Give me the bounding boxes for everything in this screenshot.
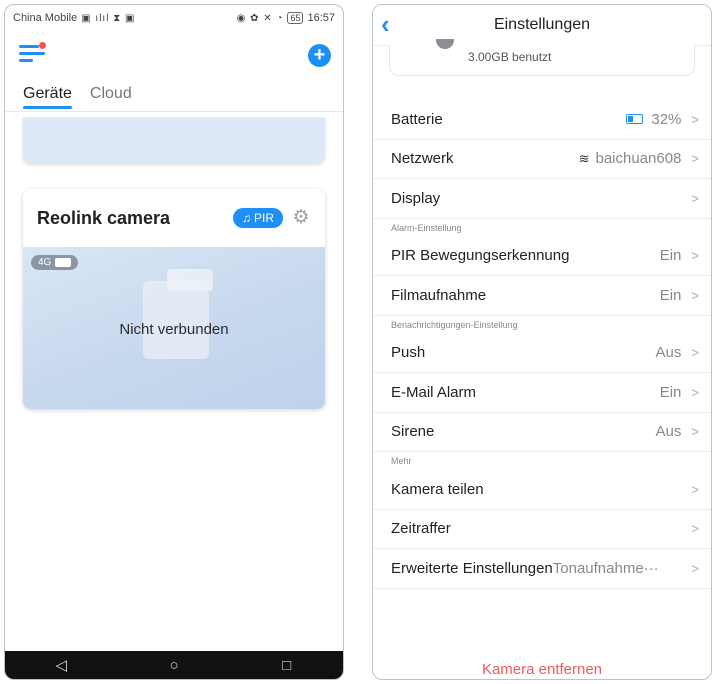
signal-badge: 4G [31, 255, 79, 270]
setting-value: baichuan608 [595, 150, 682, 168]
chevron-right-icon: > [691, 384, 699, 400]
setting-email-alarm[interactable]: E-Mail Alarm Ein > [373, 373, 711, 413]
status-time: 16:57 [307, 12, 335, 24]
system-nav-bar: ◁ ○ □ [5, 651, 343, 679]
storage-usage: 3.00GB benutzt [468, 50, 552, 64]
device-card[interactable]: Reolink camera ♫ PIR ⚙ 4G Nicht verbunde… [23, 189, 325, 409]
setting-pir[interactable]: PIR Bewegungserkennung Ein > [373, 237, 711, 276]
setting-network[interactable]: Netzwerk ≋ baichuan608 > [373, 140, 711, 179]
setting-label: Display [391, 189, 441, 207]
setting-label: Batterie [391, 110, 443, 128]
setting-push[interactable]: Push Aus > [373, 334, 711, 373]
setting-value: Tonaufnahme··· [552, 559, 659, 577]
preview-image [143, 281, 209, 359]
chevron-right-icon: > [691, 151, 699, 167]
setting-label: Filmaufnahme [391, 286, 487, 304]
section-header: Mehr [391, 456, 412, 466]
chevron-right-icon: > [691, 190, 699, 206]
status-battery: 65 [287, 12, 304, 24]
settings-header: ‹ Einstellungen [373, 5, 711, 46]
chevron-right-icon: > [691, 248, 699, 264]
preview-image-detail [167, 269, 213, 291]
chevron-right-icon: > [691, 345, 699, 361]
signal-icon: ▣ ılıl ⧗ ▣ [81, 12, 136, 24]
setting-label: Push [391, 344, 426, 362]
setting-recording[interactable]: Filmaufnahme Ein > [373, 276, 711, 316]
notification-dot [39, 42, 46, 49]
setting-display[interactable]: Display > [373, 179, 711, 219]
advanced-label: Erweiterte Einstellungen [391, 559, 553, 577]
setting-share-camera[interactable]: Kamera teilen > [373, 470, 711, 510]
setting-label: Sirene [391, 423, 435, 441]
setting-label: Erweiterte EinstellungenTonaufnahme··· [391, 560, 659, 577]
recents-nav-icon[interactable]: □ [267, 657, 307, 674]
device-list-screen: China Mobile ▣ ılıl ⧗ ▣ ◉ ✿ ✕ ◔ 65 16:57… [4, 4, 344, 680]
setting-value: Aus [655, 423, 682, 441]
camera-battery-icon [55, 258, 72, 267]
carrier-label: China Mobile [13, 12, 78, 24]
system-icons: ◉ ✿ ✕ ◔ [236, 12, 284, 24]
tab-devices[interactable]: Geräte [23, 85, 72, 111]
setting-label: PIR Bewegungserkennung [391, 247, 570, 265]
add-device-icon[interactable]: + [308, 44, 331, 67]
tab-cloud[interactable]: Cloud [90, 85, 132, 111]
status-bar: China Mobile ▣ ılıl ⧗ ▣ ◉ ✿ ✕ ◔ 65 16:57 [5, 5, 343, 31]
chevron-right-icon: > [691, 424, 699, 440]
chevron-right-icon: > [691, 521, 699, 537]
device-card-header: Reolink camera ♫ PIR ⚙ [23, 189, 325, 247]
bell-icon: ♫ [241, 211, 251, 225]
camera-name: Reolink camera [37, 207, 171, 228]
menu-icon[interactable] [19, 42, 46, 63]
device-list[interactable]: Reolink camera ♫ PIR ⚙ 4G Nicht verbunde… [5, 117, 343, 651]
back-nav-icon[interactable]: ◁ [41, 656, 81, 674]
storage-icon [436, 39, 454, 49]
page-title: Einstellungen [493, 16, 591, 33]
pir-label: PIR [253, 211, 274, 225]
setting-value: Aus [655, 344, 682, 362]
setting-label: Kamera teilen [391, 480, 484, 498]
settings-list: Batterie 32% > Netzwerk ≋ baichuan608 > Dis… [373, 100, 711, 589]
remove-camera-button[interactable]: Kamera entfernen [373, 661, 711, 678]
chevron-right-icon: > [691, 287, 699, 303]
storage-card: 3.00GB benutzt [389, 39, 695, 76]
setting-advanced[interactable]: Erweiterte EinstellungenTonaufnahme··· > [373, 549, 711, 589]
setting-value: Ein [659, 247, 682, 265]
pir-toggle[interactable]: ♫ PIR [232, 208, 283, 228]
setting-value: Ein [659, 286, 682, 304]
chevron-right-icon: > [691, 560, 699, 576]
connection-status: Nicht verbunden [119, 321, 229, 338]
setting-battery[interactable]: Batterie 32% > [373, 100, 711, 140]
home-nav-icon[interactable]: ○ [154, 657, 194, 674]
signal-label: 4G [38, 257, 52, 268]
back-chevron-icon[interactable]: ‹ [381, 11, 390, 37]
tab-bar: Geräte Cloud [5, 71, 343, 112]
chevron-right-icon: > [691, 481, 699, 497]
settings-screen: ‹ Einstellungen 3.00GB benutzt Batterie … [372, 4, 712, 680]
battery-icon [626, 114, 644, 125]
device-card-partial[interactable] [23, 117, 325, 164]
setting-timelapse[interactable]: Zeitraffer > [373, 510, 711, 549]
setting-value: Ein [659, 383, 682, 401]
app-bar: + [5, 31, 343, 71]
section-header: Benachrichtigungen-Einstellung [391, 319, 518, 330]
camera-preview[interactable]: 4G Nicht verbunden [23, 247, 325, 409]
setting-label: Zeitraffer [391, 520, 451, 538]
chevron-right-icon: > [691, 111, 699, 127]
setting-siren[interactable]: Sirene Aus > [373, 413, 711, 452]
setting-label: E-Mail Alarm [391, 383, 477, 401]
wifi-icon: ≋ [578, 150, 590, 166]
gear-icon[interactable]: ⚙ [291, 208, 311, 228]
setting-label: Netzwerk [391, 150, 454, 168]
setting-value: 32% [651, 110, 682, 128]
section-header: Alarm-Einstellung [391, 222, 462, 233]
